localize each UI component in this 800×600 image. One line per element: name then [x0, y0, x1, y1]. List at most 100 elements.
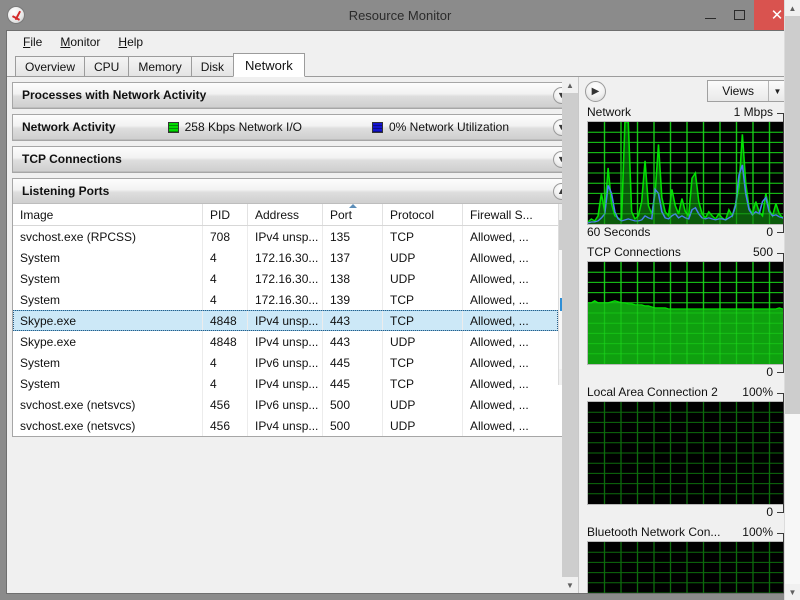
- graph-min-label: 0: [766, 225, 773, 239]
- cell-address: IPv4 unsp...: [248, 373, 323, 394]
- cell-protocol: UDP: [383, 268, 463, 289]
- column-header-pid[interactable]: PID: [203, 204, 248, 225]
- section-header[interactable]: Listening Ports ▲: [13, 179, 574, 204]
- views-label: Views: [722, 84, 754, 98]
- menu-file[interactable]: File: [14, 33, 51, 51]
- minimize-button[interactable]: [696, 0, 725, 30]
- section-tcp-connections: TCP Connections ▼: [12, 146, 575, 173]
- axis-bracket: [777, 533, 784, 593]
- tab-cpu[interactable]: CPU: [84, 56, 130, 76]
- tab-overview[interactable]: Overview: [15, 56, 86, 76]
- legend-swatch-blue: [371, 121, 383, 133]
- table-row[interactable]: System 4 IPv4 unsp... 445 TCP Allowed, ...: [13, 373, 558, 394]
- graph-max-label: 1 Mbps: [733, 105, 773, 119]
- cell-firewall: Allowed, ...: [470, 271, 529, 286]
- gauge-icon[interactable]: [7, 6, 25, 24]
- maximize-button[interactable]: [725, 0, 754, 30]
- cell-firewall: Allowed, ...: [470, 313, 529, 328]
- cell-image: System: [13, 247, 203, 268]
- cell-address: IPv4 unsp...: [248, 226, 323, 247]
- column-header-image[interactable]: Image: [13, 204, 203, 225]
- table-row[interactable]: Skype.exe 4848 IPv4 unsp... 443 TCP Allowed, …: [13, 310, 558, 331]
- cell-port: 500: [323, 394, 383, 415]
- tab-memory[interactable]: Memory: [128, 56, 192, 76]
- cell-port: 443: [323, 331, 383, 352]
- menu-help[interactable]: Help: [109, 33, 152, 51]
- window-title: Resource Monitor: [348, 7, 452, 23]
- cell-port: 137: [323, 247, 383, 268]
- table-row[interactable]: svchost.exe (RPCSS) 708 IPv4 unsp... 135 TCP…: [13, 226, 558, 247]
- scroll-thumb[interactable]: [562, 93, 578, 577]
- scroll-up-icon[interactable]: ▲: [562, 77, 578, 93]
- listening-ports-table: Image PID Address Port Protocol Firewall S...…: [13, 204, 558, 436]
- menu-monitor[interactable]: Monitor: [51, 33, 109, 51]
- main-scrollbar[interactable]: ▲ ▼: [562, 77, 578, 593]
- scroll-thumb[interactable]: [784, 16, 800, 414]
- cell-image: svchost.exe (netsvcs): [13, 394, 203, 415]
- graph-max-label: 500: [752, 245, 773, 259]
- column-header-protocol[interactable]: Protocol: [383, 204, 463, 225]
- column-header-label: PID: [210, 207, 231, 222]
- graph-plot-area: [587, 121, 787, 225]
- graph-caption: Bluetooth Network Con... 100%: [587, 525, 787, 541]
- graph-title: Bluetooth Network Con...: [587, 525, 721, 539]
- views-button[interactable]: Views ▼: [707, 80, 787, 102]
- menu-bar: File Monitor Help: [7, 31, 793, 53]
- cell-address: IPv4 unsp...: [248, 331, 323, 352]
- table-row[interactable]: svchost.exe (netsvcs) 456 IPv4 unsp... 500 U…: [13, 415, 558, 436]
- chevron-right-icon[interactable]: ▶: [585, 80, 606, 102]
- column-header-firewall[interactable]: Firewall S...: [463, 204, 543, 225]
- cell-address: 172.16.30...: [248, 247, 323, 268]
- right-scrollbar[interactable]: ▲ ▼: [784, 0, 800, 600]
- cell-firewall: Allowed, ...: [470, 292, 529, 307]
- cell-protocol: TCP: [383, 311, 463, 330]
- cell-port: 443: [323, 311, 383, 330]
- scroll-track[interactable]: [562, 93, 578, 577]
- section-title: TCP Connections: [22, 152, 122, 166]
- cell-firewall: Allowed, ...: [470, 229, 529, 244]
- tab-disk[interactable]: Disk: [190, 56, 235, 76]
- graph-plot-area: [587, 541, 787, 593]
- cell-protocol: TCP: [383, 289, 463, 310]
- table-row[interactable]: svchost.exe (netsvcs) 456 IPv6 unsp... 500 U…: [13, 394, 558, 415]
- section-header[interactable]: TCP Connections ▼: [13, 147, 574, 172]
- table-row[interactable]: System 4 172.16.30... 138 UDP Allowed, ...: [13, 268, 558, 289]
- title-bar[interactable]: Resource Monitor ✕: [0, 0, 800, 30]
- cell-address: IPv6 unsp...: [248, 394, 323, 415]
- table-row[interactable]: System 4 172.16.30... 137 UDP Allowed, ...: [13, 247, 558, 268]
- section-title: Processes with Network Activity: [22, 88, 207, 102]
- axis-bracket: [777, 253, 784, 373]
- tab-strip: Overview CPU Memory Disk Network: [7, 53, 793, 77]
- tab-network[interactable]: Network: [233, 53, 305, 77]
- cell-pid: 4848: [203, 331, 248, 352]
- scroll-down-icon[interactable]: ▼: [784, 584, 800, 600]
- sort-ascending-icon: [348, 204, 357, 208]
- table-row[interactable]: System 4 172.16.30... 139 TCP Allowed, ...: [13, 289, 558, 310]
- graph-footer: 0: [587, 365, 787, 381]
- stat-network-io: 258 Kbps Network I/O: [167, 120, 302, 134]
- scroll-track[interactable]: [784, 16, 800, 584]
- section-listening-ports: Listening Ports ▲ Image PID Address Port Pro…: [12, 178, 575, 437]
- cell-image: System: [13, 373, 203, 394]
- graph-min-label: 0: [766, 365, 773, 379]
- right-toolbar: ▶ Views ▼: [579, 77, 793, 105]
- cell-image: System: [13, 352, 203, 373]
- listening-ports-body: Image PID Address Port Protocol Firewall S...…: [13, 204, 575, 436]
- section-network-activity: Network Activity 258 Kbps Network I/O 0%…: [12, 114, 575, 141]
- scroll-down-icon[interactable]: ▼: [562, 577, 578, 593]
- section-header[interactable]: Processes with Network Activity ▼: [13, 83, 574, 108]
- table-rows: svchost.exe (RPCSS) 708 IPv4 unsp... 135 TCP…: [13, 226, 558, 436]
- section-processes-with-network-activity: Processes with Network Activity ▼: [12, 82, 575, 109]
- cell-image: Skype.exe: [13, 311, 203, 330]
- graph-footer: 0: [587, 505, 787, 521]
- graph-plot-area: [587, 401, 787, 505]
- column-header-address[interactable]: Address: [248, 204, 323, 225]
- cell-image: Skype.exe: [13, 331, 203, 352]
- column-header-port[interactable]: Port: [323, 204, 383, 225]
- stat-label: 258 Kbps Network I/O: [184, 120, 302, 134]
- cell-image: System: [13, 268, 203, 289]
- table-row[interactable]: System 4 IPv6 unsp... 445 TCP Allowed, ...: [13, 352, 558, 373]
- cell-protocol: UDP: [383, 394, 463, 415]
- table-row[interactable]: Skype.exe 4848 IPv4 unsp... 443 UDP Allowed, …: [13, 331, 558, 352]
- section-header[interactable]: Network Activity 258 Kbps Network I/O 0%…: [13, 115, 574, 140]
